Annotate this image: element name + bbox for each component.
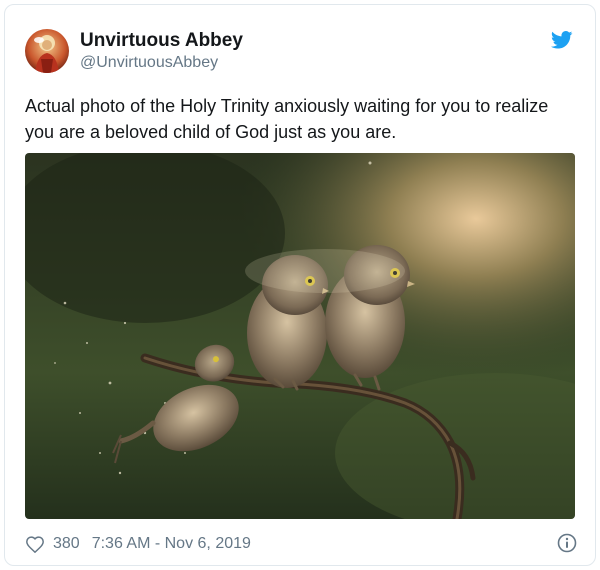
heart-icon	[26, 536, 44, 553]
like-button[interactable]: 380	[25, 535, 92, 553]
author-handle[interactable]: @UnvirtuousAbbey	[80, 53, 218, 73]
tweet-footer: 380 7:36 AM - Nov 6, 2019	[25, 533, 577, 555]
tweet-text: Actual photo of the Holy Trinity anxious…	[25, 96, 549, 142]
twitter-bird-icon[interactable]	[550, 31, 573, 49]
tweet-photo[interactable]	[25, 153, 575, 519]
tweet-timestamp[interactable]: 7:36 AM - Nov 6, 2019	[92, 535, 251, 553]
tweet-card: Unvirtuous Abbey @UnvirtuousAbbey Actual…	[4, 4, 596, 566]
author-avatar[interactable]	[25, 29, 69, 73]
like-count: 380	[53, 535, 80, 552]
info-icon[interactable]	[557, 533, 577, 553]
author-display-name[interactable]: Unvirtuous Abbey	[80, 29, 243, 53]
